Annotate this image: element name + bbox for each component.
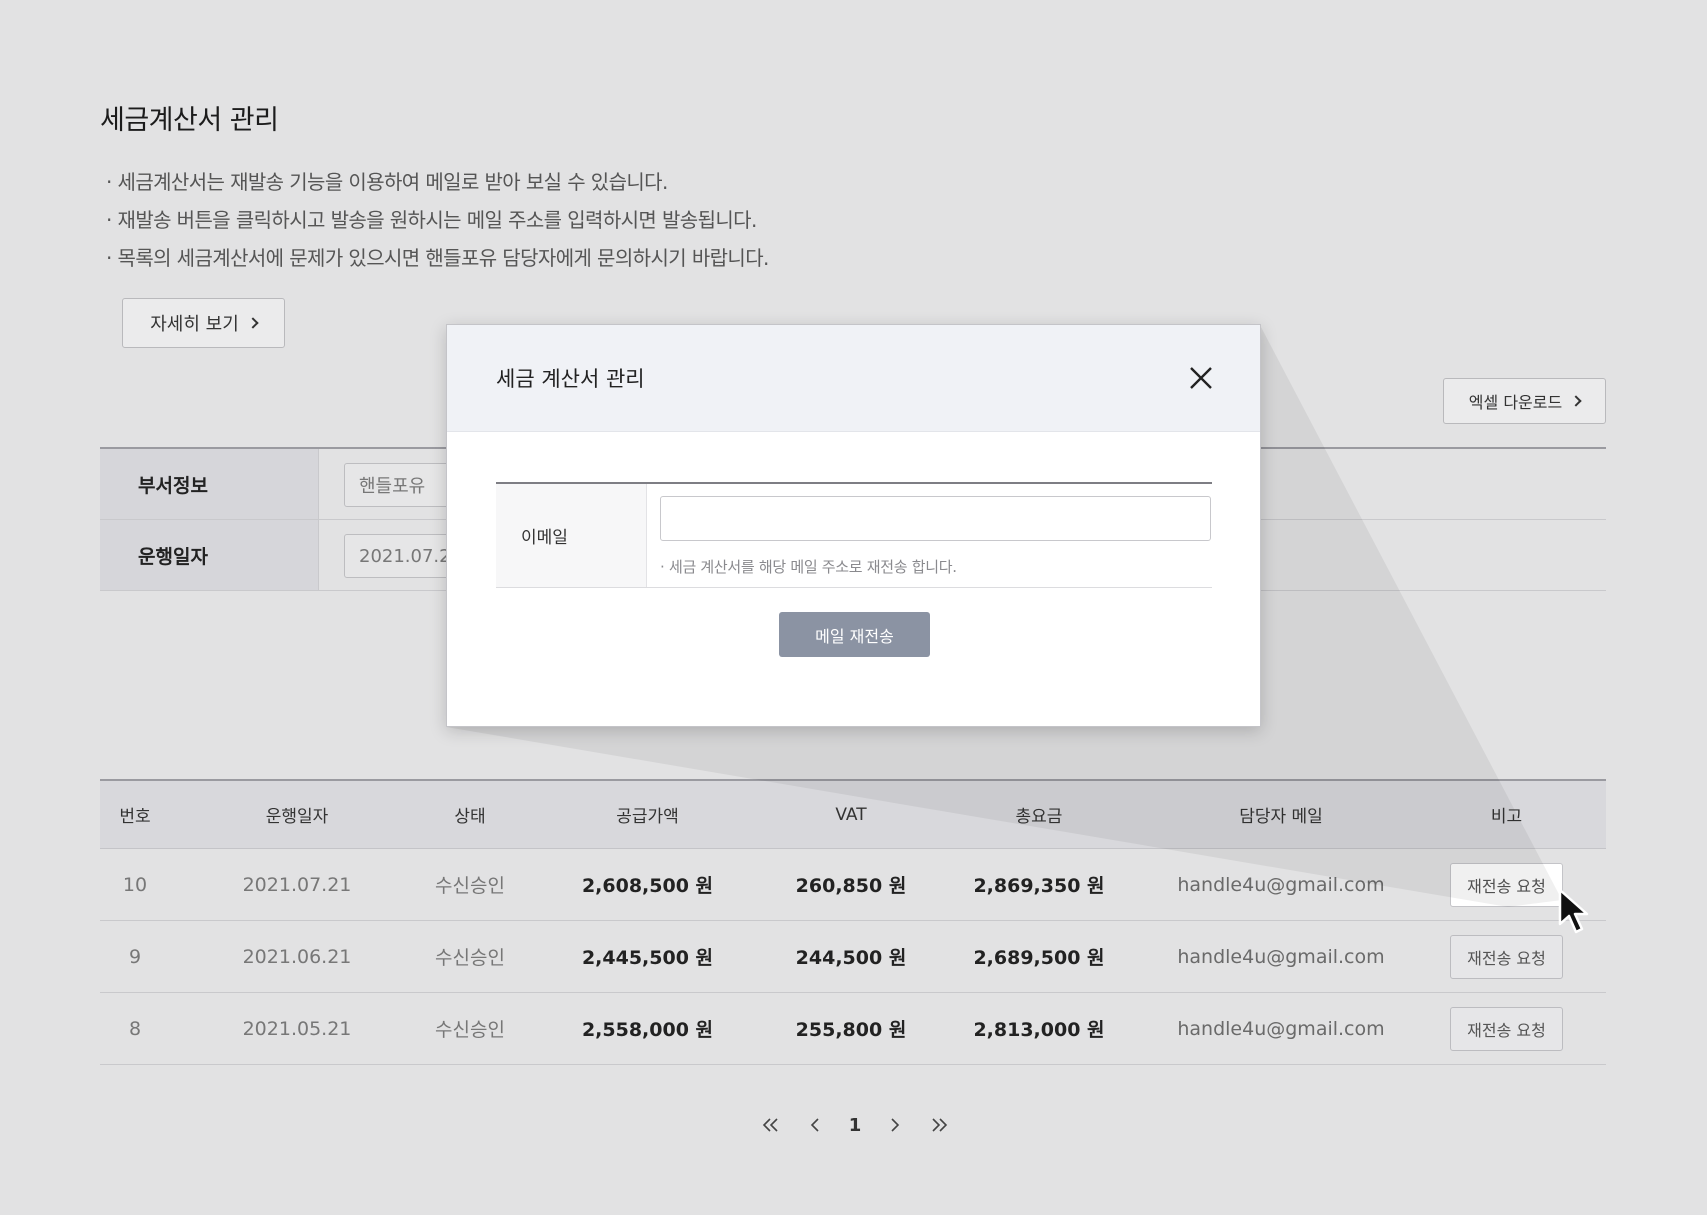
invoice-table: 번호 운행일자 상태 공급가액 VAT 총요금 담당자 메일 비고 10 202…: [100, 779, 1606, 1065]
row-number: 9: [128, 945, 142, 968]
row-vat: 244,500 원: [795, 947, 907, 969]
email-label: 이메일: [496, 484, 647, 587]
row-supply-amount: 2,558,000 원: [581, 1019, 714, 1041]
table-row: 10 2021.07.21 수신승인 2,608,500 원 260,850 원…: [100, 849, 1606, 921]
row-date: 2021.06.21: [242, 945, 352, 968]
tax-invoice-page: 세금계산서 관리 세금계산서는 재발송 기능을 이용하여 메일로 받아 보실 수…: [0, 0, 1707, 1215]
double-chevron-right-icon[interactable]: [928, 1114, 950, 1136]
resend-request-button[interactable]: 재전송 요청: [1450, 862, 1563, 907]
chevron-right-icon[interactable]: [884, 1114, 906, 1136]
chevron-right-icon: [247, 317, 259, 329]
chevron-right-icon: [1570, 395, 1582, 407]
page-number-current[interactable]: 1: [849, 1115, 862, 1136]
row-total: 2,689,500 원: [973, 947, 1105, 969]
row-number: 8: [128, 1017, 142, 1040]
excel-download-label: 엑셀 다운로드: [1468, 393, 1563, 412]
close-icon[interactable]: [1187, 364, 1215, 392]
header-cell: 담당자 메일: [1239, 807, 1323, 827]
row-status: 수신승인: [435, 1019, 505, 1041]
pagination: 1: [760, 1110, 950, 1140]
chevron-left-icon[interactable]: [804, 1114, 826, 1136]
row-email: handle4u@gmail.com: [1177, 1017, 1385, 1040]
row-total: 2,813,000 원: [973, 1019, 1105, 1041]
notice-item: 재발송 버튼을 클릭하시고 발송을 원하시는 메일 주소를 입력하시면 발송됩니…: [106, 201, 769, 239]
table-row: 8 2021.05.21 수신승인 2,558,000 원 255,800 원 …: [100, 993, 1606, 1065]
row-supply-amount: 2,445,500 원: [581, 947, 714, 969]
resend-email-modal: 세금 계산서 관리 이메일 세금 계산서를 해당 메일 주소로 재전송 합니다.…: [446, 324, 1261, 727]
row-number: 10: [122, 873, 148, 896]
row-date: 2021.07.21: [242, 873, 352, 896]
filter-label: 운행일자: [100, 520, 319, 590]
row-date: 2021.05.21: [242, 1017, 352, 1040]
table-row: 9 2021.06.21 수신승인 2,445,500 원 244,500 원 …: [100, 921, 1606, 993]
header-cell: VAT: [835, 804, 867, 825]
email-input[interactable]: [660, 496, 1211, 541]
email-form: 이메일 세금 계산서를 해당 메일 주소로 재전송 합니다.: [496, 482, 1212, 588]
table-header: 번호 운행일자 상태 공급가액 VAT 총요금 담당자 메일 비고: [100, 779, 1606, 849]
row-email: handle4u@gmail.com: [1177, 873, 1385, 896]
resend-request-button[interactable]: 재전송 요청: [1450, 1006, 1563, 1051]
header-cell: 번호: [119, 807, 151, 827]
header-cell: 운행일자: [265, 807, 329, 827]
header-cell: 총요금: [1015, 807, 1063, 827]
row-vat: 255,800 원: [795, 1019, 907, 1041]
row-action: 재전송 요청: [1407, 1006, 1606, 1051]
row-email: handle4u@gmail.com: [1177, 945, 1385, 968]
notice-item: 목록의 세금계산서에 문제가 있으시면 핸들포유 담당자에게 문의하시기 바랍니…: [106, 239, 770, 277]
row-action: 재전송 요청: [1407, 862, 1606, 907]
page-title: 세금계산서 관리: [100, 105, 279, 136]
notice-list: 세금계산서는 재발송 기능을 이용하여 메일로 받아 보실 수 있습니다. 재발…: [106, 163, 770, 277]
modal-header: 세금 계산서 관리: [447, 325, 1260, 432]
modal-title: 세금 계산서 관리: [496, 367, 645, 391]
view-details-label: 자세히 보기: [150, 314, 239, 335]
email-hint: 세금 계산서를 해당 메일 주소로 재전송 합니다.: [660, 556, 957, 577]
resend-request-button[interactable]: 재전송 요청: [1450, 934, 1563, 979]
header-cell: 비고: [1490, 807, 1523, 827]
row-action: 재전송 요청: [1407, 934, 1606, 979]
view-details-button[interactable]: 자세히 보기: [122, 298, 285, 348]
row-status: 수신승인: [435, 875, 505, 897]
resend-email-button[interactable]: 메일 재전송: [779, 612, 930, 657]
excel-download-button[interactable]: 엑셀 다운로드: [1443, 378, 1606, 424]
row-total: 2,869,350 원: [973, 875, 1105, 897]
double-chevron-left-icon[interactable]: [760, 1114, 782, 1136]
row-vat: 260,850 원: [795, 875, 907, 897]
row-supply-amount: 2,608,500 원: [581, 875, 714, 897]
row-status: 수신승인: [435, 947, 505, 969]
header-cell: 공급가액: [616, 807, 679, 827]
notice-item: 세금계산서는 재발송 기능을 이용하여 메일로 받아 보실 수 있습니다.: [106, 163, 769, 201]
filter-label: 부서정보: [100, 449, 319, 519]
header-cell: 상태: [454, 807, 486, 827]
